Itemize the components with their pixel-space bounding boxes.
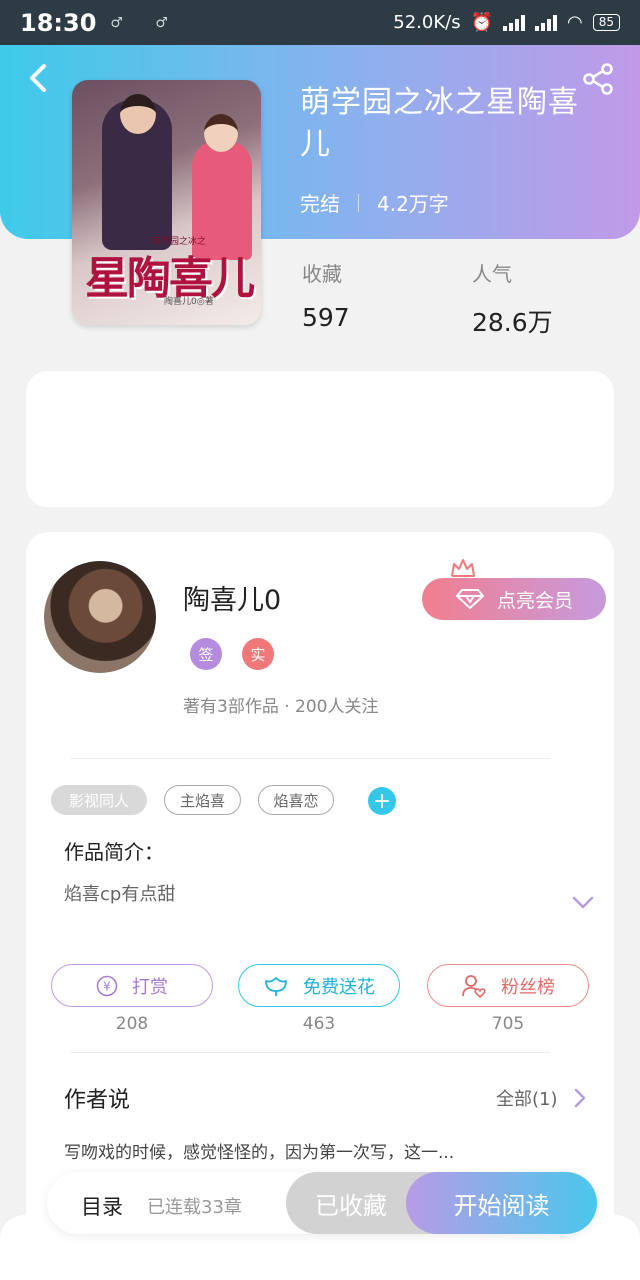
add-tag-button[interactable]: + (368, 787, 396, 815)
status-bar: 18:30 ♂ ♂ 52.0K/s ⏰ ◠ 85 (0, 0, 640, 45)
chevron-right-icon[interactable] (574, 1088, 586, 1108)
flower-count: 463 (302, 1014, 336, 1034)
notification-icons: ♂ ♂ (110, 14, 182, 31)
back-icon[interactable] (26, 63, 50, 93)
popularity-value: 28.6万 (472, 308, 553, 337)
popularity-label: 人气 (472, 262, 512, 286)
crown-icon (451, 559, 475, 577)
chevron-down-icon[interactable] (572, 896, 594, 910)
fan-user-icon (462, 974, 486, 998)
tip-label: 打赏 (132, 976, 168, 998)
tip-count: 208 (115, 1014, 149, 1034)
serial-status[interactable]: 已连载33章 (147, 1193, 242, 1219)
tip-button[interactable]: ¥ 打赏 (51, 964, 213, 1007)
send-flower-label: 免费送花 (303, 976, 375, 998)
book-cover[interactable]: 萌学园之冰之 星陶喜儿 陶喜儿0◎著 (72, 80, 261, 325)
signed-badge: 签 (190, 638, 222, 670)
divider (70, 1052, 550, 1053)
book-status: 完结 (300, 192, 340, 216)
meta-divider (358, 193, 359, 212)
net-speed: 52.0K/s (393, 12, 461, 33)
fans-count: 705 (491, 1014, 525, 1034)
wifi-icon: ◠ (567, 12, 583, 33)
yen-icon: ¥ (96, 975, 118, 996)
start-reading-label: 开始阅读 (453, 1191, 550, 1220)
fans-ranking-button[interactable]: 粉丝榜 (427, 964, 589, 1007)
battery-icon: 85 (592, 14, 620, 31)
favorites-value: 597 (302, 303, 350, 332)
intro-label: 作品简介： (64, 840, 164, 864)
cover-author: 陶喜儿0◎著 (164, 297, 214, 307)
author-says-label: 作者说 (64, 1088, 131, 1113)
diamond-icon (455, 589, 484, 609)
flower-icon (265, 976, 287, 996)
vip-label: 点亮会员 (496, 589, 573, 612)
divider (70, 758, 550, 759)
status-time: 18:30 (20, 8, 97, 37)
tag-item[interactable]: 影视同人 (51, 785, 147, 815)
cover-figure-male (102, 94, 172, 250)
popularity-stat: 人气 28.6万 (472, 258, 553, 339)
alarm-icon: ⏰ (470, 12, 493, 33)
author-says-all-link[interactable]: 全部(1) (496, 1085, 558, 1111)
signal-icon (503, 14, 525, 31)
tag-item[interactable]: 主焰喜 (164, 785, 241, 815)
author-says-text[interactable]: 写吻戏的时候，感觉怪怪的，因为第一次写，这一... (64, 1138, 454, 1163)
toc-button[interactable]: 目录 (81, 1191, 123, 1221)
status-right: 52.0K/s ⏰ ◠ 85 (393, 12, 620, 33)
send-flower-button[interactable]: 免费送花 (238, 964, 400, 1007)
author-summary: 著有3部作品 · 200人关注 (183, 697, 379, 717)
intro-text: 焰喜cp有点甜 (64, 884, 176, 905)
vip-button[interactable]: 点亮会员 (422, 578, 606, 620)
author-avatar[interactable] (44, 561, 156, 673)
fans-ranking-label: 粉丝榜 (501, 976, 555, 998)
favorites-stat: 收藏 597 (302, 258, 350, 332)
book-meta: 完结 4.2万字 (300, 188, 449, 217)
tag-item[interactable]: 焰喜恋 (258, 785, 334, 815)
signal-2-icon (535, 14, 557, 31)
favorites-label: 收藏 (302, 262, 342, 286)
book-word-count: 4.2万字 (377, 192, 449, 216)
svg-text:¥: ¥ (103, 979, 111, 993)
collected-label: 已收藏 (315, 1191, 387, 1220)
start-reading-button[interactable]: 开始阅读 (406, 1172, 597, 1234)
ad-card (26, 371, 614, 507)
author-name[interactable]: 陶喜儿0 (183, 578, 281, 617)
verified-badge: 实 (242, 638, 274, 670)
book-title: 萌学园之冰之星陶喜儿 (300, 85, 579, 162)
